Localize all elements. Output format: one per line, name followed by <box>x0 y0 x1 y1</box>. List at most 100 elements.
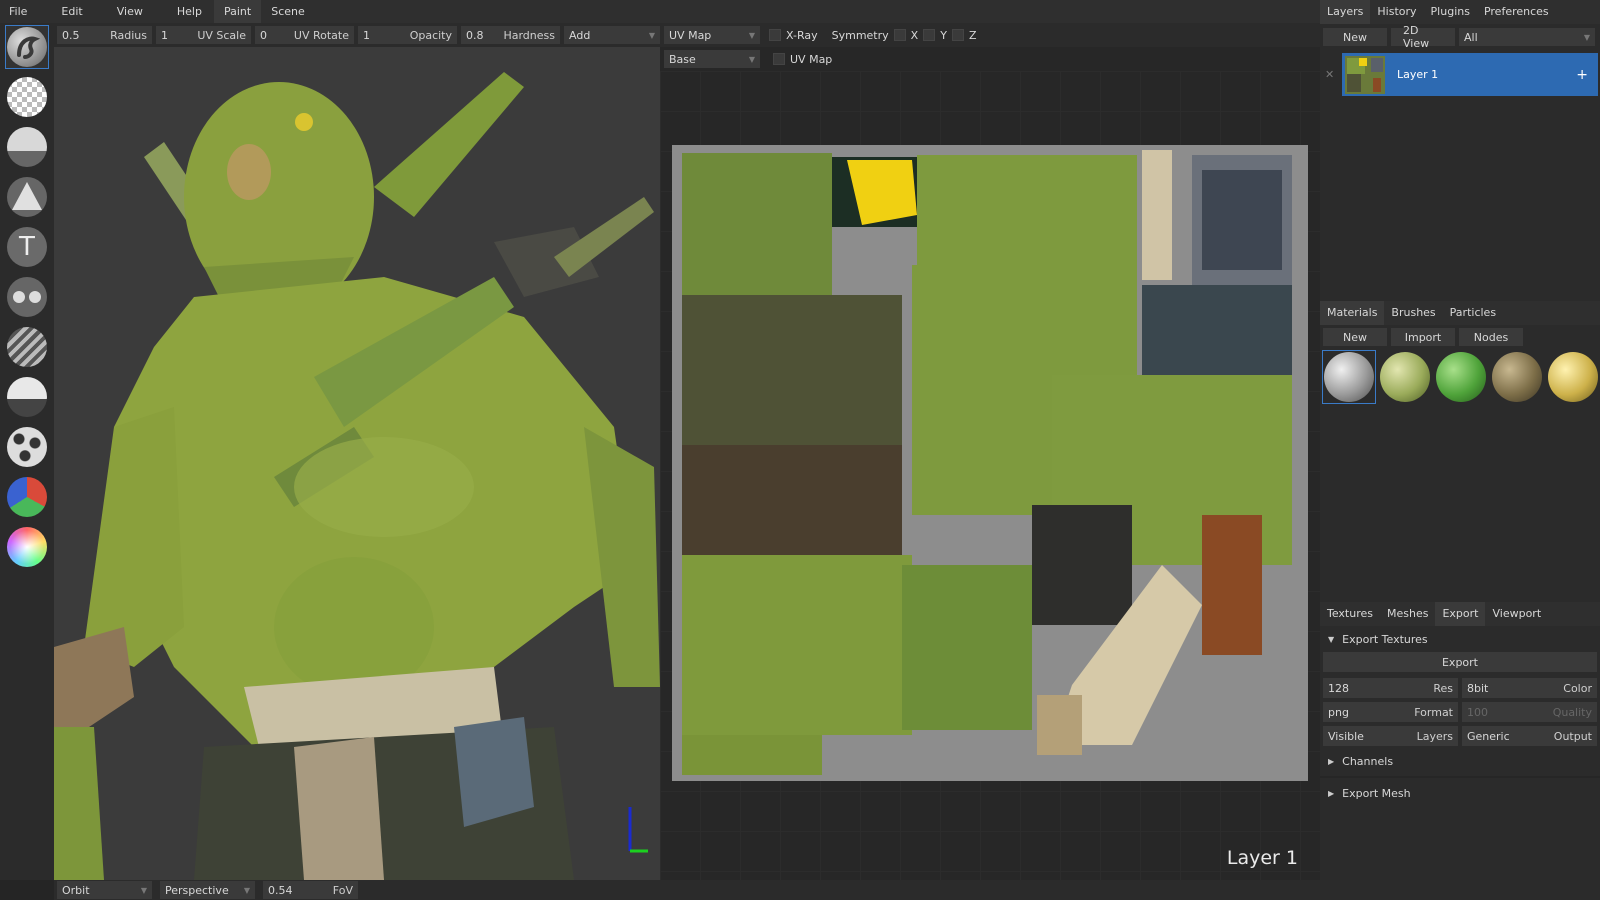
tab-meshes[interactable]: Meshes <box>1380 602 1435 626</box>
export-textures-section[interactable]: ▼ Export Textures <box>1320 626 1600 652</box>
close-icon[interactable]: ✕ <box>1325 68 1334 81</box>
uvmap-checkbox[interactable] <box>773 53 785 65</box>
tab-materials[interactable]: Materials <box>1320 301 1385 325</box>
channels-section[interactable]: ▶ Channels <box>1320 748 1600 774</box>
projection-mode-select[interactable]: Perspective ▼ <box>160 881 255 899</box>
menu-bar: File Edit View Help Paint Scene <box>0 0 1320 23</box>
layer-item[interactable]: Layer 1 + <box>1342 53 1598 96</box>
camera-mode-select[interactable]: Orbit ▼ <box>57 881 152 899</box>
tab-brushes[interactable]: Brushes <box>1384 301 1442 325</box>
blend-mode-select[interactable]: Add ▼ <box>564 26 660 44</box>
tool-text[interactable]: T <box>5 225 49 269</box>
uv-rotate-field[interactable]: 0 UV Rotate <box>255 26 354 44</box>
viewport-3d[interactable] <box>54 47 660 880</box>
colorid-icon <box>7 477 47 517</box>
material-slot[interactable] <box>1378 350 1432 404</box>
radius-field[interactable]: 0.5 Radius <box>57 26 152 44</box>
tool-picker[interactable] <box>5 525 49 569</box>
layers-select[interactable]: Visible Layers <box>1323 726 1458 746</box>
uv-scale-field[interactable]: 1 UV Scale <box>156 26 251 44</box>
sym-z-checkbox[interactable] <box>951 29 964 41</box>
layer-filter-value: All <box>1464 30 1478 44</box>
radius-label: Radius <box>110 28 147 42</box>
menu-view[interactable]: View <box>100 0 160 23</box>
format-select[interactable]: png Format <box>1323 702 1458 722</box>
plus-icon[interactable]: + <box>1576 67 1588 83</box>
tool-options-bar: 0.5 Radius 1 UV Scale 0 UV Rotate 1 Opac… <box>54 23 1320 47</box>
import-material-button[interactable]: Import <box>1391 328 1455 346</box>
tab-plugins[interactable]: Plugins <box>1424 0 1477 24</box>
view-2d-layer-label: Layer 1 <box>1226 847 1298 869</box>
xray-checkbox[interactable] <box>769 29 781 41</box>
menu-help[interactable]: Help <box>160 0 219 23</box>
quality-field: 100 Quality <box>1462 702 1597 722</box>
xray-toggle[interactable]: X-Ray <box>764 29 823 42</box>
tool-blur[interactable] <box>5 325 49 369</box>
tab-history[interactable]: History <box>1370 0 1423 24</box>
projection-select[interactable]: UV Map ▼ <box>664 26 760 44</box>
opacity-field[interactable]: 1 Opacity <box>358 26 457 44</box>
tool-eraser[interactable] <box>5 75 49 119</box>
tool-fill[interactable] <box>5 125 49 169</box>
symmetry-label: Symmetry <box>831 28 889 42</box>
materials-toolbar: New Import Nodes <box>1320 324 1526 350</box>
format-value: png <box>1328 705 1349 719</box>
export-mesh-section[interactable]: ▶ Export Mesh <box>1320 780 1600 806</box>
tool-smudge[interactable] <box>5 375 49 419</box>
color-depth-select[interactable]: 8bit Color <box>1462 678 1597 698</box>
tab-layers[interactable]: Layers <box>1320 0 1371 24</box>
tool-decal[interactable] <box>5 175 49 219</box>
tab-viewport[interactable]: Viewport <box>1485 602 1548 626</box>
view-2d-toolbar: Base ▼ UV Map <box>660 47 1320 71</box>
texture-image <box>672 145 1308 781</box>
view-2d[interactable]: Base ▼ UV Map Layer 1 <box>660 47 1320 880</box>
new-material-button[interactable]: New <box>1323 328 1387 346</box>
layer-filter-select[interactable]: All ▼ <box>1459 28 1595 46</box>
xray-label: X-Ray <box>786 28 818 42</box>
sym-x-checkbox[interactable] <box>893 29 906 41</box>
output-value: Generic <box>1467 729 1510 743</box>
tab-export[interactable]: Export <box>1435 602 1486 626</box>
chevron-down-icon: ▼ <box>748 30 755 40</box>
fov-value: 0.54 <box>268 883 293 897</box>
sym-y-checkbox[interactable] <box>923 29 936 41</box>
tool-clone[interactable] <box>5 275 49 319</box>
tab-scene[interactable]: Scene <box>261 0 315 23</box>
output-select[interactable]: Generic Output <box>1462 726 1597 746</box>
opacity-label: Opacity <box>409 28 452 42</box>
fov-field[interactable]: 0.54 FoV <box>263 881 358 899</box>
menu-edit[interactable]: Edit <box>44 0 99 23</box>
resolution-select[interactable]: 128 Res <box>1323 678 1458 698</box>
layer-name: Layer 1 <box>1397 68 1439 81</box>
material-slot[interactable] <box>1322 350 1376 404</box>
tool-colorid[interactable] <box>5 475 49 519</box>
2d-view-button[interactable]: 2D View <box>1391 24 1455 50</box>
tab-textures[interactable]: Textures <box>1320 602 1380 626</box>
uv-scale-value: 1 <box>161 28 168 42</box>
tab-preferences[interactable]: Preferences <box>1477 0 1556 24</box>
material-slot[interactable] <box>1490 350 1544 404</box>
resolution-value: 128 <box>1328 681 1349 695</box>
resolution-label: Res <box>1433 681 1453 695</box>
uv-texture[interactable] <box>672 145 1308 781</box>
tab-particles[interactable]: Particles <box>1443 301 1503 325</box>
hardness-field[interactable]: 0.8 Hardness <box>461 26 560 44</box>
quality-value: 100 <box>1467 705 1488 719</box>
nodes-button[interactable]: Nodes <box>1459 328 1523 346</box>
menu-file[interactable]: File <box>0 0 44 23</box>
tab-paint[interactable]: Paint <box>214 0 262 23</box>
materials-grid <box>1322 350 1600 404</box>
tool-brush[interactable] <box>5 25 49 69</box>
layer-select-value: Base <box>669 52 696 66</box>
uvmap-toggle[interactable]: UV Map <box>768 53 837 66</box>
fov-label: FoV <box>332 883 353 897</box>
color-depth-label: Color <box>1563 681 1592 695</box>
material-slot[interactable] <box>1434 350 1488 404</box>
new-layer-button[interactable]: New <box>1323 28 1387 46</box>
material-slot[interactable] <box>1546 350 1600 404</box>
tool-particle[interactable] <box>5 425 49 469</box>
particle-icon <box>7 427 47 467</box>
export-button[interactable]: Export <box>1323 652 1597 672</box>
material-preview <box>1548 352 1598 402</box>
layer-select[interactable]: Base ▼ <box>664 50 760 68</box>
